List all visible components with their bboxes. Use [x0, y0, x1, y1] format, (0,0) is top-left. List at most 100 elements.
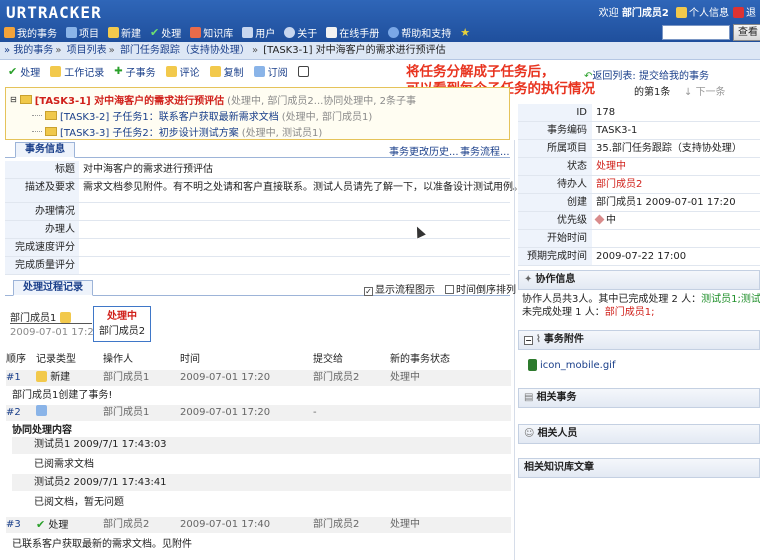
collab-info: 协作人员共3人。其中已完成处理 2 人：测试员1;测试员 未完成处理 1 人：部…: [522, 294, 760, 318]
profile-link[interactable]: 个人信息: [689, 8, 729, 19]
paperclip-icon: ⌇: [536, 334, 541, 345]
project-icon: [66, 27, 77, 38]
history-link[interactable]: 事务更改历史...: [389, 143, 459, 158]
nav-projects[interactable]: 项目: [66, 25, 99, 40]
info-row: 办理人: [5, 221, 510, 239]
record-note: 已联系客户获取最新的需求文档。见附件: [12, 539, 192, 550]
comment-icon: [165, 66, 177, 77]
related-people-header[interactable]: ☺ 相关人员: [518, 424, 760, 444]
help-icon: [388, 27, 400, 38]
subscribe-icon: [253, 66, 265, 77]
related-tasks-icon: ▤: [524, 392, 534, 403]
process-button[interactable]: ✔ 处理: [8, 64, 40, 79]
people-icon: ☺: [524, 428, 535, 439]
status-value: 处理中: [596, 161, 626, 172]
nav-manual[interactable]: 在线手册: [326, 25, 379, 40]
info-tab-bar: 事务信息 事务更改历史... 事务流程...: [5, 142, 510, 158]
nav-help[interactable]: 帮助和支持: [388, 25, 451, 40]
tab-task-info[interactable]: 事务信息: [15, 142, 75, 158]
collab-panel-header[interactable]: ✦ 协作信息: [518, 270, 760, 290]
reverse-order-checkbox[interactable]: 时间倒序排列: [445, 281, 516, 296]
print-button[interactable]: [297, 64, 309, 79]
folder-icon: [45, 127, 57, 136]
nav-about[interactable]: 关于: [284, 25, 317, 40]
tree-child-task[interactable]: [TASK3-2] 子任务1：联系客户获取最新需求文档 (处理中, 部门成员1): [32, 108, 372, 123]
tree-parent-task[interactable]: ⊟ [TASK3-1] 对中海客户的需求进行预评估 (处理中, 部门成员2...协…: [10, 92, 416, 107]
records-header: 顺序 记录类型 操作人 时间 提交给 新的事务状态: [6, 354, 450, 365]
nav-process[interactable]: ✔ 处理: [150, 25, 181, 40]
nav-my-tasks[interactable]: 我的事务: [4, 25, 57, 40]
check-icon: ✔: [8, 65, 18, 78]
folder-icon: [45, 111, 57, 120]
comment-button[interactable]: 评论: [165, 64, 200, 79]
nav-star[interactable]: ★: [460, 25, 470, 40]
current-user: 部门成员2: [621, 8, 669, 19]
crumb-my-tasks[interactable]: 我的事务: [13, 45, 53, 56]
back-to-list-link[interactable]: 返回列表: 提交给我的事务: [592, 71, 709, 82]
collapse-icon[interactable]: −: [524, 335, 533, 345]
task-flow-link[interactable]: 事务流程...: [460, 143, 510, 158]
related-tasks-header[interactable]: ▤ 相关事务: [518, 388, 760, 408]
priority-icon: [594, 214, 605, 225]
collab-entry-header: 测试员1 2009/7/1 17:43:03: [34, 439, 167, 450]
nav-new[interactable]: 新建: [108, 25, 141, 40]
collab-entry-text: 已阅需求文档: [34, 459, 94, 470]
related-kb-header[interactable]: 相关知识库文章: [518, 458, 760, 478]
task-toolbar: ✔ 处理 工作记录 ✚ 子事务 评论 复制 订阅: [8, 64, 309, 79]
crumb-project-list[interactable]: 项目列表: [67, 45, 107, 56]
welcome-area: 欢迎 部门成员2 个人信息 退: [599, 4, 756, 19]
table-row: #1 新建 部门成员1 2009-07-01 17:20 部门成员2 处理中: [6, 370, 511, 386]
collab-record-icon: [36, 405, 47, 416]
task-info-table: 标题 对中海客户的需求进行预评估 描述及要求 需求文档参见附件。有不明之处请和客户直…: [5, 161, 523, 275]
profile-icon[interactable]: [676, 7, 687, 18]
info-row: 标题 对中海客户的需求进行预评估: [5, 161, 510, 179]
task-properties: ID 178 事务编码 TASK3-1 所属项目 35.部门任务跟踪（支持协处理） 状…: [518, 104, 760, 266]
main-nav: 我的事务 项目 新建 ✔ 处理 知识库 用户 关于 在线手册 帮助和支持 ★: [4, 25, 470, 40]
info-row: 完成速度评分: [5, 239, 510, 257]
worklog-button[interactable]: 工作记录: [50, 64, 104, 79]
attachment-panel-header[interactable]: − ⌇ 事务附件: [518, 330, 760, 350]
crumb-project[interactable]: 部门任务跟踪（支持协处理）: [120, 45, 250, 56]
copy-button[interactable]: 复制: [209, 64, 244, 79]
table-row: #3 ✔ 处理 部门成员2 2009-07-01 17:40 部门成员2 处理中: [6, 517, 511, 533]
attachment-item[interactable]: icon_mobile.gif: [528, 359, 615, 371]
table-row: #2 部门成员1 2009-07-01 17:20 -: [6, 405, 511, 421]
exit-link[interactable]: 退: [746, 8, 756, 19]
breadcrumb: » 我的事务» 项目列表» 部门任务跟踪（支持协处理）» [TASK3-1] 对…: [0, 42, 760, 60]
manual-icon: [326, 27, 338, 38]
check-icon: ✔: [36, 518, 46, 531]
flow-node-current: 处理中 部门成员2: [93, 306, 151, 342]
nav-users[interactable]: 用户: [242, 25, 275, 40]
new-icon: [108, 27, 119, 38]
info-icon: [284, 27, 296, 38]
check-icon: ✔: [150, 26, 160, 39]
user-icon: [242, 27, 254, 38]
copy-icon: [209, 66, 221, 77]
search-button[interactable]: 查看: [733, 24, 760, 41]
collab-content-title: 协同处理内容: [12, 425, 72, 436]
list-navigation: ↶返回列表: 提交给我的事务 的第1条 ↓ 下一条: [584, 67, 726, 98]
app-logo: URTRACKER: [6, 3, 102, 22]
next-link[interactable]: ↓ 下一条: [684, 83, 726, 98]
assignee-value: 部门成员2: [596, 179, 643, 190]
subscribe-button[interactable]: 订阅: [253, 64, 288, 79]
info-row: 办理情况: [5, 203, 510, 221]
exit-icon[interactable]: [733, 7, 744, 18]
flow-diagram: 部门成员1 2009-07-01 17:20 处理中 部门成员2: [6, 303, 511, 349]
tree-child-task[interactable]: [TASK3-3] 子任务2：初步设计测试方案 (处理中, 测试员1): [32, 124, 322, 139]
position-count: 的第1条: [634, 87, 671, 98]
show-flow-checkbox[interactable]: ✓ 显示流程图示: [364, 281, 435, 296]
search-input[interactable]: [662, 25, 730, 40]
flow-options: ✓ 显示流程图示 时间倒序排列: [364, 281, 516, 296]
new-icon: [59, 312, 71, 323]
tab-process-records[interactable]: 处理过程记录: [13, 280, 93, 296]
book-icon: [190, 27, 202, 38]
top-bar: URTRACKER 欢迎 部门成员2 个人信息 退 我的事务 项目 新建 ✔ 处理 …: [0, 0, 760, 42]
nav-knowledge[interactable]: 知识库: [190, 25, 233, 40]
collab-icon: ✦: [524, 274, 533, 285]
info-row: 完成质量评分: [5, 257, 510, 275]
star-icon: ★: [460, 26, 471, 39]
collab-entry-header: 测试员2 2009/7/1 17:43:41: [34, 477, 167, 488]
subtask-button[interactable]: ✚ 子事务: [114, 64, 155, 79]
new-icon: [36, 371, 47, 382]
